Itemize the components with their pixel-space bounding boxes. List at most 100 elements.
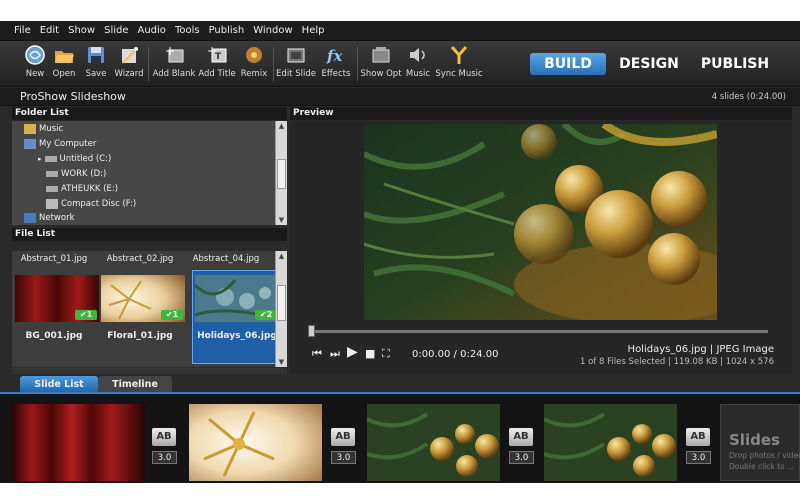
menu-slide[interactable]: Slide [104,25,128,36]
svg-text:+: + [207,44,217,58]
wizard-label: Wizard [114,69,144,79]
folder-item-drive-d[interactable]: WORK (D:) [38,169,106,179]
sync-music-icon [448,44,470,66]
slide-thumbnail[interactable] [189,404,322,481]
add-title-button[interactable]: T + Add Title [198,44,236,79]
folder-item-my-computer[interactable]: My Computer [24,139,96,149]
fx-icon: fx [325,44,347,66]
scroll-up-icon[interactable]: ▲ [276,251,287,261]
empty-slot-title: Slides [729,431,780,449]
transition-duration[interactable]: 3.0 [686,451,711,464]
preview-panel: ⏮ ⏭ ▶ ■ ⛶ 0:00.00 / 0:24.00 Holidays_06.… [290,121,792,393]
file-name[interactable]: Abstract_04.jpg [184,254,268,264]
expand-arrow-icon: ▸ [38,155,42,163]
folder-item-drive-c[interactable]: ▸ Untitled (C:) [38,154,111,164]
effects-label: Effects [321,69,351,79]
fullscreen-icon[interactable]: ⛶ [382,347,390,361]
effects-button[interactable]: fx Effects [319,44,353,79]
file-name[interactable]: Abstract_02.jpg [98,254,182,264]
tab-timeline[interactable]: Timeline [98,376,172,392]
menu-tools[interactable]: Tools [175,25,200,36]
folder-item-music[interactable]: Music [24,124,63,134]
scroll-down-icon[interactable]: ▼ [276,357,287,367]
scroll-down-icon[interactable]: ▼ [276,215,287,225]
sync-music-button[interactable]: Sync Music [435,44,483,79]
play-icon[interactable]: ▶ [347,344,358,360]
transition-button[interactable]: AB [686,428,710,446]
publish-mode-button[interactable]: PUBLISH [696,53,774,75]
folder-list-scrollbar[interactable]: ▲ ▼ [275,121,287,225]
scroll-up-icon[interactable]: ▲ [276,121,287,131]
file-thumbnail[interactable]: ✔1 [101,275,185,322]
empty-slide-slot[interactable]: Slides Drop photos / videos here. Double… [720,404,800,481]
file-list-header: File List [12,228,287,241]
build-mode-button[interactable]: BUILD [530,53,606,75]
scrollbar-thumb[interactable] [277,159,286,189]
show-title-bar: ProShow Slideshow 4 slides (0:24.00) [0,88,800,106]
add-blank-button[interactable]: + Add Blank [153,44,196,79]
used-check-badge: ✔1 [161,310,183,320]
folder-item-drive-e[interactable]: ATHEUKK (E:) [38,184,118,194]
remix-label: Remix [240,69,268,79]
save-button[interactable]: Save [79,44,113,79]
floral-image [189,404,322,481]
file-thumbnail-selected[interactable]: ✔2 [195,275,279,322]
transition-button[interactable]: AB [331,428,355,446]
music-button[interactable]: Music [401,44,435,79]
drive-icon [46,171,58,177]
file-list-scrollbar[interactable]: ▲ ▼ [275,251,287,367]
menu-file[interactable]: File [14,25,31,36]
menu-show[interactable]: Show [68,25,95,36]
slide-thumbnail[interactable] [367,404,500,481]
menu-publish[interactable]: Publish [209,25,245,36]
transition-duration[interactable]: 3.0 [152,451,177,464]
tab-slide-list[interactable]: Slide List [20,376,98,392]
menu-window[interactable]: Window [253,25,292,36]
remix-button[interactable]: Remix [237,44,271,79]
playhead-handle[interactable] [308,325,315,337]
show-title: ProShow Slideshow [20,90,126,103]
transition-duration[interactable]: 3.0 [331,451,356,464]
preview-timeline-track[interactable] [310,330,768,333]
open-button[interactable]: Open [47,44,81,79]
folder-item-drive-f[interactable]: Compact Disc (F:) [38,199,136,209]
menu-audio[interactable]: Audio [138,25,166,36]
drive-icon [44,156,57,162]
slide-thumbnail[interactable] [544,404,677,481]
skip-start-icon[interactable]: ⏮ [312,347,322,361]
menu-edit[interactable]: Edit [40,25,59,36]
file-list: Abstract_01.jpg Abstract_02.jpg Abstract… [12,251,287,367]
toolbar-separator [357,47,358,81]
folder-item-network[interactable]: Network [24,213,75,223]
network-icon [24,213,36,223]
show-opt-button[interactable]: Show Opt [360,44,402,79]
svg-text:fx: fx [326,47,343,65]
toolbar: New Open Save Wizard + Add Blank T + Add … [0,41,800,87]
prev-frame-icon[interactable]: ⏭ [330,347,340,361]
ornaments-image [544,404,677,481]
folder-item-label: WORK (D:) [61,169,107,179]
scrollbar-thumb[interactable] [277,285,286,321]
file-thumbnail[interactable]: ✔1 [15,275,99,322]
design-mode-button[interactable]: DESIGN [614,53,684,75]
folder-item-label: Network [39,213,75,223]
slide-thumbnail[interactable] [12,404,145,481]
ornaments-image [367,404,500,481]
transition-button[interactable]: AB [152,428,176,446]
ornaments-photo [364,124,717,320]
slide-count: 4 slides (0:24.00) [711,91,786,102]
save-disk-icon [85,44,107,66]
transition-duration[interactable]: 3.0 [509,451,534,464]
add-title-label: Add Title [198,69,236,79]
wizard-button[interactable]: Wizard [112,44,146,79]
used-check-badge: ✔1 [75,310,97,320]
file-name[interactable]: Abstract_01.jpg [12,254,96,264]
file-meta: 1 of 8 Files Selected | 119.08 KB | 1024… [580,357,774,367]
preview-header: Preview [290,107,792,120]
transition-button[interactable]: AB [509,428,533,446]
menu-help[interactable]: Help [302,25,325,36]
playback-time: 0:00.00 / 0:24.00 [412,349,499,360]
stop-icon[interactable]: ■ [365,347,375,360]
edit-slide-button[interactable]: Edit Slide [276,44,316,79]
add-blank-slide-icon: + [163,44,185,66]
